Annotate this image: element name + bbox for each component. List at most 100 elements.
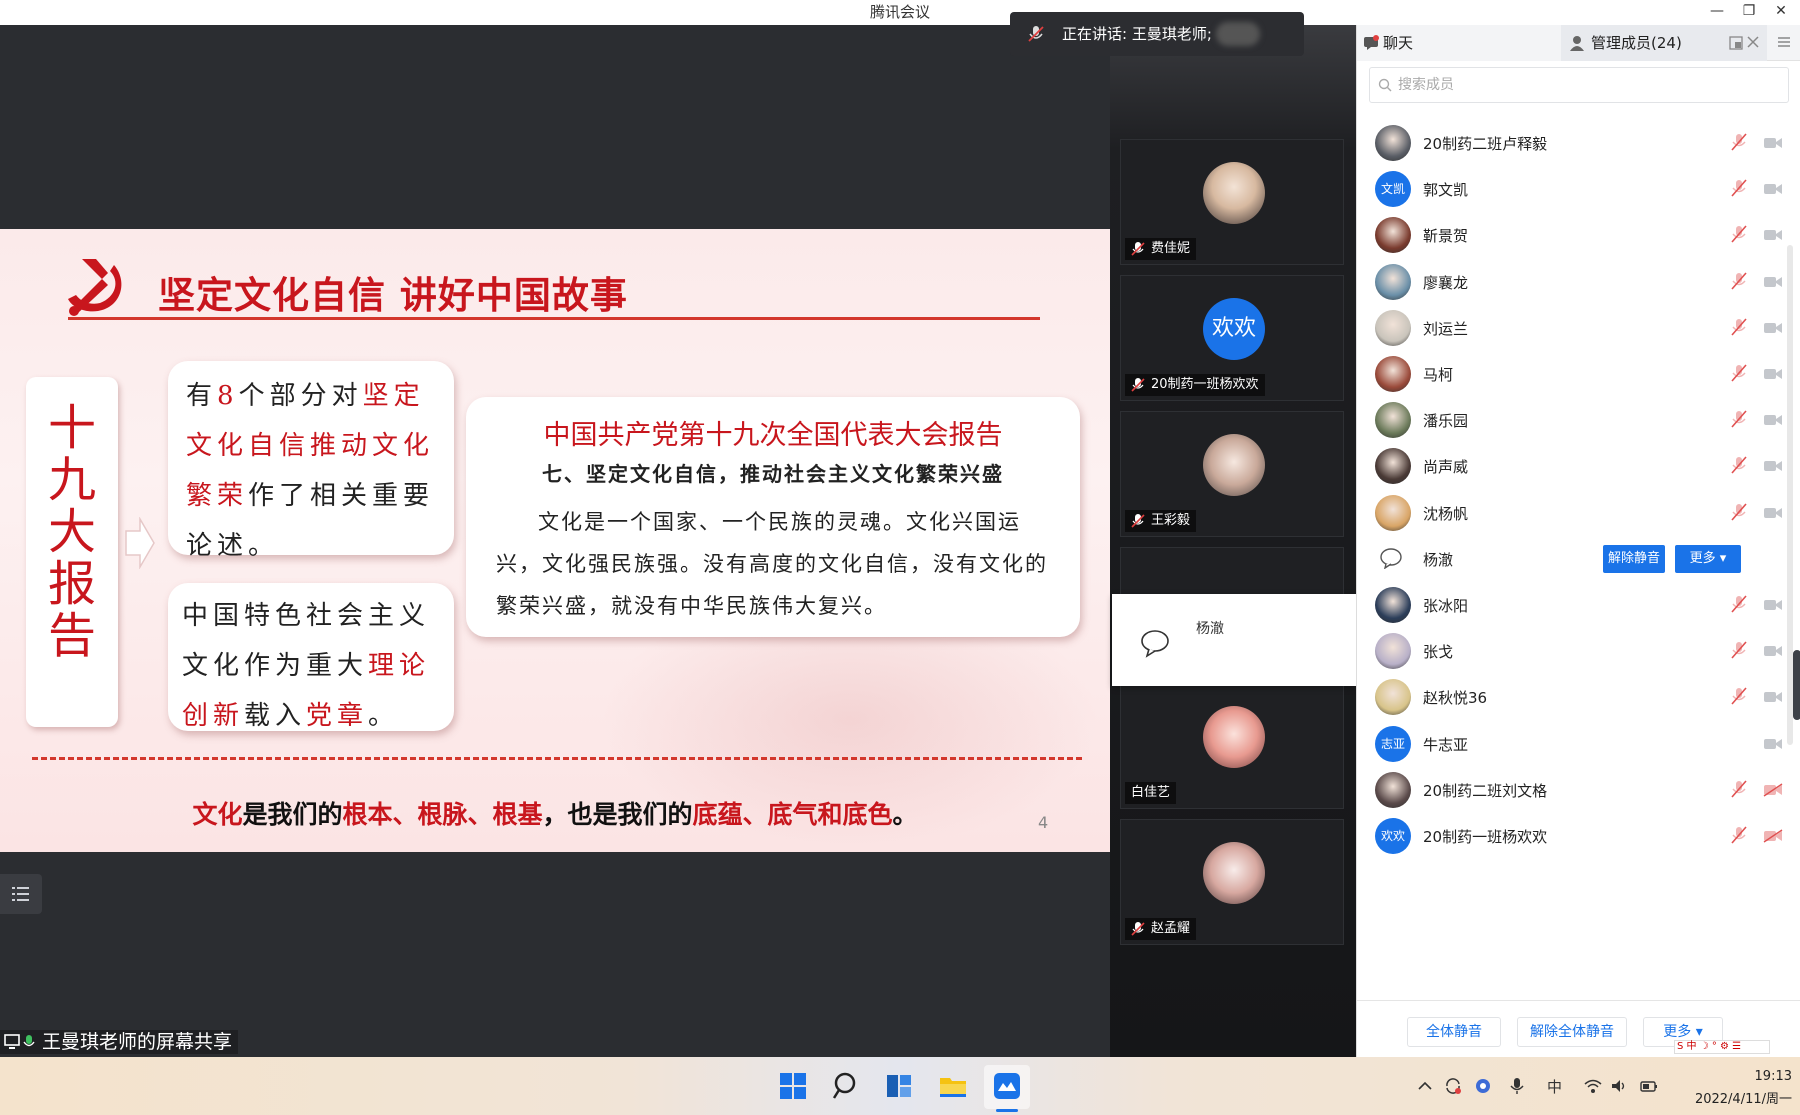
member-row[interactable]: 张戈 — [1357, 627, 1800, 673]
chevron-up-icon[interactable] — [1416, 1077, 1434, 1095]
window-title: 腾讯会议 — [869, 3, 930, 21]
widgets-icon[interactable] — [884, 1071, 914, 1101]
camera-icon[interactable] — [1763, 412, 1783, 426]
camera-icon[interactable] — [1763, 320, 1783, 334]
more-button[interactable]: 更多 ▾ — [1675, 544, 1741, 573]
mic-muted-icon[interactable] — [1731, 364, 1747, 382]
member-row[interactable]: 张冰阳 — [1357, 581, 1800, 627]
mic-muted-icon[interactable] — [1731, 780, 1747, 798]
file-explorer-icon[interactable] — [938, 1071, 968, 1101]
mic-muted-icon[interactable] — [1731, 272, 1747, 290]
slogan-text: 。 — [892, 800, 918, 829]
hamburger-menu-icon[interactable] — [1777, 36, 1791, 48]
unmute-button[interactable]: 解除静音 — [1603, 544, 1665, 573]
camera-off-icon[interactable] — [1763, 782, 1783, 797]
avatar — [1375, 356, 1411, 392]
card-number: 8 — [217, 381, 239, 411]
member-name: 杨澈 — [1423, 550, 1454, 569]
member-row[interactable]: 欢欢 20制药一班杨欢欢 — [1357, 812, 1800, 858]
camera-icon[interactable] — [1763, 366, 1783, 380]
member-row[interactable]: 尚声威 — [1357, 442, 1800, 488]
battery-icon[interactable] — [1640, 1077, 1658, 1095]
report-heading: 中国共产党第十九次全国代表大会报告 — [543, 420, 1003, 451]
member-row[interactable]: 马柯 — [1357, 350, 1800, 396]
camera-icon[interactable] — [1763, 458, 1783, 472]
volume-icon[interactable] — [1610, 1077, 1628, 1095]
slogan-text: ，也是我们的 — [542, 800, 693, 829]
clock-date[interactable]: 2022/4/11/周一 — [1670, 1088, 1792, 1107]
popout-icon[interactable] — [1729, 36, 1743, 50]
member-row[interactable]: 沈杨帆 — [1357, 489, 1800, 535]
tencent-meeting-icon[interactable] — [992, 1071, 1022, 1101]
member-row[interactable]: 赵秋悦36 — [1357, 673, 1800, 719]
list-menu-button[interactable] — [0, 874, 42, 914]
app-tray-icon[interactable] — [1474, 1077, 1492, 1095]
video-tile[interactable]: 白佳艺 — [1120, 683, 1344, 809]
member-name: 刘运兰 — [1423, 319, 1469, 338]
microphone-icon[interactable] — [1508, 1077, 1526, 1095]
minimize-button[interactable]: — — [1700, 0, 1734, 25]
avatar — [1203, 842, 1265, 904]
mic-muted-icon[interactable] — [1731, 318, 1747, 336]
avatar — [1375, 633, 1411, 670]
member-row[interactable]: 杨澈 解除静音 更多 ▾ — [1357, 535, 1800, 581]
mic-muted-icon[interactable] — [1731, 179, 1747, 197]
vertical-char: 十 — [47, 400, 96, 456]
member-row[interactable]: 文凯 郭文凯 — [1357, 165, 1800, 211]
member-search-input[interactable]: 搜索成员 — [1369, 67, 1789, 103]
camera-icon[interactable] — [1763, 689, 1783, 703]
member-row[interactable]: 20制药二班卢释毅 — [1357, 119, 1800, 165]
mic-muted-icon[interactable] — [1731, 133, 1747, 151]
camera-icon[interactable] — [1763, 274, 1783, 288]
search-icon[interactable] — [832, 1071, 862, 1101]
windows-start-icon[interactable] — [778, 1071, 808, 1101]
mic-muted-icon[interactable] — [1731, 595, 1747, 613]
mic-muted-icon[interactable] — [1731, 826, 1747, 844]
wifi-icon[interactable] — [1584, 1077, 1602, 1095]
camera-icon[interactable] — [1763, 181, 1783, 195]
mic-muted-icon[interactable] — [1731, 641, 1747, 659]
scrollbar-thumb[interactable] — [1793, 650, 1800, 720]
camera-off-icon[interactable] — [1763, 828, 1783, 843]
camera-icon[interactable] — [1763, 736, 1783, 750]
ime-chinese-icon[interactable]: 中 — [1546, 1077, 1564, 1095]
video-tile[interactable]: 欢欢 20制药一班杨欢欢 — [1120, 275, 1344, 401]
camera-icon[interactable] — [1763, 597, 1783, 611]
tab-chat[interactable]: 聊天 — [1357, 25, 1561, 61]
camera-icon[interactable] — [1763, 643, 1783, 657]
member-row[interactable]: 潘乐园 — [1357, 396, 1800, 442]
unmute-all-button[interactable]: 解除全体静音 — [1517, 1017, 1627, 1047]
restore-button[interactable]: ❐ — [1732, 0, 1766, 25]
member-row[interactable]: 刘运兰 — [1357, 304, 1800, 350]
mic-muted-icon[interactable] — [1731, 410, 1747, 428]
member-row[interactable]: 20制药二班刘文格 — [1357, 766, 1800, 812]
chat-popup[interactable]: 杨澈 — [1112, 594, 1356, 686]
camera-icon[interactable] — [1763, 505, 1783, 519]
windows-taskbar: 中 19:13 2022/4/11/周一 — [0, 1057, 1800, 1115]
member-name: 马柯 — [1423, 366, 1454, 384]
avatar — [1375, 448, 1411, 485]
search-placeholder: 搜索成员 — [1398, 77, 1454, 93]
member-name: 赵秋悦36 — [1423, 689, 1488, 708]
video-tile[interactable]: 王彩毅 — [1120, 411, 1344, 537]
mute-all-button[interactable]: 全体静音 — [1407, 1017, 1501, 1047]
mic-muted-icon[interactable] — [1731, 503, 1747, 521]
mic-muted-icon[interactable] — [1731, 225, 1747, 243]
clock-time[interactable]: 19:13 — [1738, 1069, 1792, 1084]
mic-muted-icon[interactable] — [1731, 456, 1747, 474]
tile-name-label: 赵孟耀 — [1125, 918, 1197, 940]
tab-chat-label: 聊天 — [1383, 34, 1414, 52]
close-panel-icon[interactable] — [1747, 36, 1759, 48]
mic-muted-icon[interactable] — [1731, 687, 1747, 705]
member-row[interactable]: 廖襄龙 — [1357, 258, 1800, 304]
camera-icon[interactable] — [1763, 227, 1783, 241]
sync-icon[interactable] — [1444, 1077, 1462, 1095]
member-row[interactable]: 志亚 牛志亚 — [1357, 720, 1800, 766]
video-tile[interactable]: 赵孟耀 — [1120, 819, 1344, 945]
ime-toolbar[interactable]: S 中 ☽ ° ⚙ ☰ — [1674, 1040, 1770, 1054]
video-tile[interactable]: 费佳妮 — [1120, 139, 1344, 265]
camera-icon[interactable] — [1763, 135, 1783, 149]
close-button[interactable]: ✕ — [1764, 0, 1798, 25]
card-text: 载入 — [244, 701, 307, 731]
member-row[interactable]: 靳景贺 — [1357, 211, 1800, 257]
